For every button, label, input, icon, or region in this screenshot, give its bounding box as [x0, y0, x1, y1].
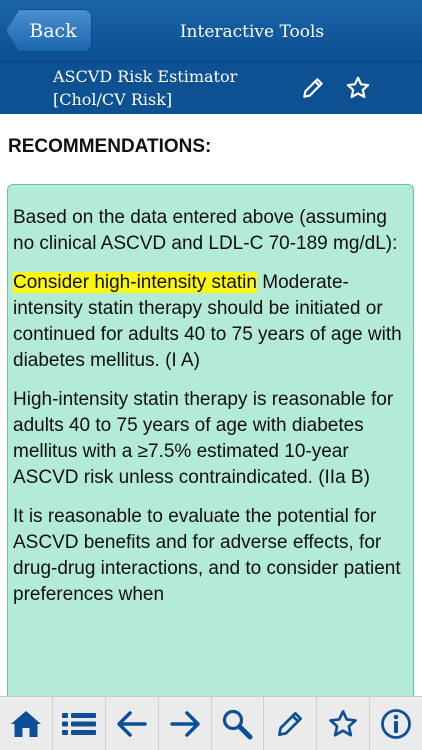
nav-title: Interactive Tools: [179, 22, 325, 42]
tool-header: ASCVD Risk Estimator [Chol/CV Risk]: [0, 62, 422, 114]
info-icon[interactable]: [370, 697, 422, 750]
bottom-toolbar: [0, 696, 422, 750]
nav-bar: Back Interactive Tools: [0, 0, 422, 62]
pencil-icon[interactable]: [264, 697, 318, 750]
star-icon[interactable]: [317, 697, 371, 750]
recommendation-paragraph: Consider high-intensity statin Moderate-…: [13, 270, 407, 374]
tool-title: ASCVD Risk Estimator [Chol/CV Risk]: [53, 65, 237, 111]
pencil-icon[interactable]: [298, 73, 328, 103]
highlighted-recommendation: Consider high-intensity statin: [13, 272, 257, 293]
tool-title-line1: ASCVD Risk Estimator: [53, 67, 238, 86]
recommendation-paragraph-3: It is reasonable to evaluate the potenti…: [13, 506, 401, 605]
home-icon[interactable]: [0, 697, 53, 750]
list-icon[interactable]: [53, 697, 106, 750]
recommendations-box: Based on the data entered above (assumin…: [7, 184, 414, 696]
star-icon[interactable]: [343, 73, 373, 103]
arrow-left-icon[interactable]: [106, 697, 159, 750]
recommendation-intro: Based on the data entered above (assumin…: [13, 207, 398, 254]
tool-title-line2: [Chol/CV Risk]: [53, 90, 173, 109]
content-area[interactable]: RECOMMENDATIONS: Based on the data enter…: [0, 114, 422, 696]
recommendations-heading: RECOMMENDATIONS:: [8, 136, 212, 157]
search-icon[interactable]: [212, 697, 265, 750]
back-button[interactable]: Back: [6, 9, 92, 52]
arrow-right-icon[interactable]: [159, 697, 212, 750]
recommendation-paragraph-2: High-intensity statin therapy is reasona…: [13, 389, 394, 488]
